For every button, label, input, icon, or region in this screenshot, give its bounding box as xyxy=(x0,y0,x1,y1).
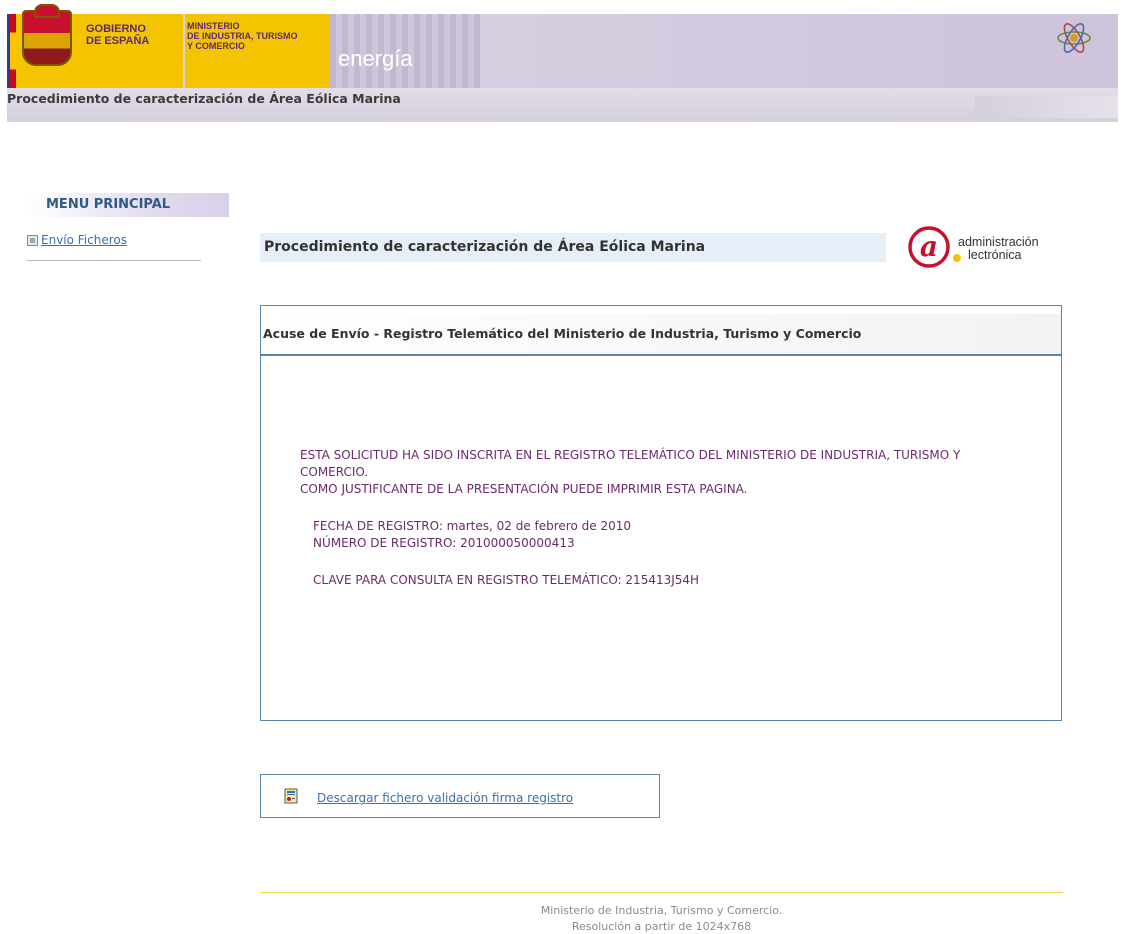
ministerio-label: MINISTERIO DE INDUSTRIA, TURISMO Y COMER… xyxy=(187,21,298,51)
menu-divider xyxy=(27,260,201,261)
gobierno-label: GOBIERNO DE ESPAÑA xyxy=(86,23,149,47)
footer-ministry: Ministerio de Industria, Turismo y Comer… xyxy=(540,904,783,917)
download-validation-file-link[interactable]: Descargar fichero validación firma regis… xyxy=(317,791,573,805)
expand-box-icon[interactable] xyxy=(27,235,38,246)
ministerio-line-3: Y COMERCIO xyxy=(187,41,245,51)
energia-section-label: energía xyxy=(338,46,413,71)
footer-resolution-note: Resolución a partir de 1024x768 xyxy=(571,920,752,933)
registration-date: FECHA DE REGISTRO: martes, 02 de febrero… xyxy=(313,519,631,533)
menu-item-envio-ficheros[interactable]: Envío Ficheros xyxy=(41,233,127,247)
coat-of-arms-icon xyxy=(22,4,72,66)
certificate-file-icon[interactable] xyxy=(284,788,298,804)
gobierno-line-1: GOBIERNO xyxy=(86,23,146,35)
content-title: Procedimiento de caracterización de Área… xyxy=(264,239,706,255)
message-line-3: COMO JUSTIFICANTE DE LA PRESENTACIÓN PUE… xyxy=(300,482,748,496)
message-line-1: ESTA SOLICITUD HA SIDO INSCRITA EN EL RE… xyxy=(300,448,961,462)
ministerio-line-2: DE INDUSTRIA, TURISMO xyxy=(187,31,298,41)
message-line-2: COMERCIO. xyxy=(300,465,369,479)
acuse-panel xyxy=(260,305,1062,721)
consultation-key: CLAVE PARA CONSULTA EN REGISTRO TELEMÁTI… xyxy=(313,573,700,587)
administracion-electronica-logo-icon: a xyxy=(908,226,961,268)
ministerio-line-1: MINISTERIO xyxy=(187,21,240,31)
gobierno-line-2: DE ESPAÑA xyxy=(86,35,150,47)
administracion-electronica-label: administración lectrónica xyxy=(958,236,1039,262)
footer-divider xyxy=(260,892,1063,893)
page-heading-bar-right xyxy=(975,96,1118,118)
spain-flag-stripe xyxy=(7,14,16,88)
page-heading: Procedimiento de caracterización de Área… xyxy=(7,91,401,106)
header-banner xyxy=(7,14,1118,88)
acuse-header: Acuse de Envío - Registro Telemático del… xyxy=(263,326,862,341)
atom-icon xyxy=(1057,23,1091,53)
ae-logo-line-2: lectrónica xyxy=(968,248,1022,262)
menu-title: MENU PRINCIPAL xyxy=(46,197,171,212)
svg-text:a: a xyxy=(920,230,938,263)
registration-number: NÚMERO DE REGISTRO: 201000050000413 xyxy=(313,536,575,550)
